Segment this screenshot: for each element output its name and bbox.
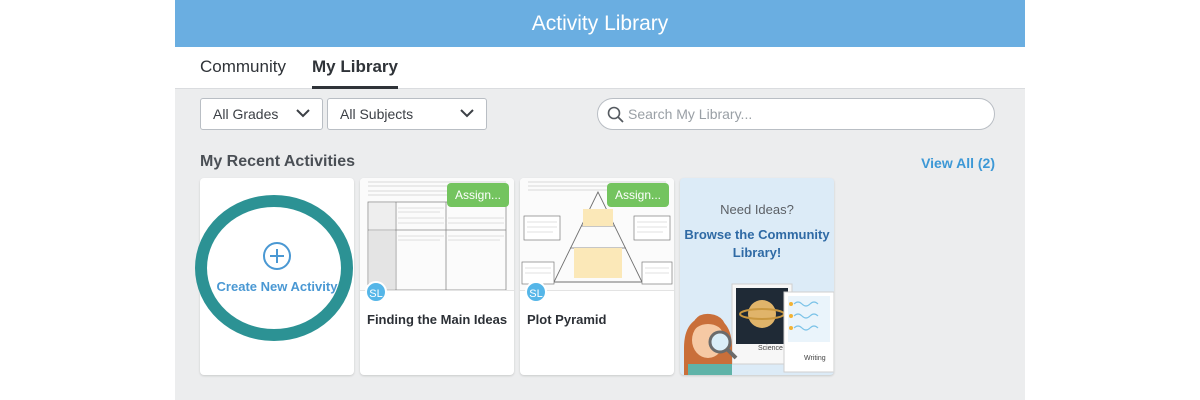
activity-thumbnail: Assign... [360,178,514,291]
grades-select-value: All Grades [213,106,279,122]
subjects-select-value: All Subjects [340,106,414,122]
view-all-link[interactable]: View All (2) [921,155,995,171]
tab-community[interactable]: Community [200,47,286,89]
activity-card-title: Plot Pyramid [527,312,607,327]
tab-my-library[interactable]: My Library [312,47,398,89]
chevron-down-icon [296,109,310,118]
author-avatar: SL [525,281,547,303]
browse-community-link[interactable]: Browse the Community Library! [680,226,834,262]
plus-circle-icon [263,242,291,270]
need-ideas-text: Need Ideas? [720,202,794,217]
search-input[interactable] [628,99,978,129]
create-new-activity-label: Create New Activity [216,279,338,294]
section-title: My Recent Activities [200,153,356,170]
header-bar: Activity Library [175,0,1025,47]
page-bottom [175,383,1025,400]
science-caption: Science [758,345,783,352]
activity-card[interactable]: Assign... SL Finding the Main Ideas [360,178,514,375]
subjects-select[interactable]: All Subjects [327,98,487,130]
browse-community-card[interactable]: Need Ideas? Browse the Community Library… [680,178,834,375]
writing-caption: Writing [804,355,826,362]
search-box[interactable] [597,98,995,130]
author-avatar: SL [365,281,387,303]
activity-thumbnail: Assign... [520,178,674,291]
grades-select[interactable]: All Grades [200,98,323,130]
search-icon [607,106,624,123]
activity-card[interactable]: Assign... SL Plot Pyramid [520,178,674,375]
assign-button[interactable]: Assign... [606,183,669,207]
create-new-activity-card[interactable]: Create New Activity [200,178,354,375]
activity-library-app: Activity Library Community My Library Al… [175,0,1025,400]
chevron-down-icon [460,109,474,118]
assign-button[interactable]: Assign... [446,183,509,207]
activity-card-title: Finding the Main Ideas [367,312,508,327]
library-tabs: Community My Library [175,47,1025,89]
page-title: Activity Library [531,11,669,35]
